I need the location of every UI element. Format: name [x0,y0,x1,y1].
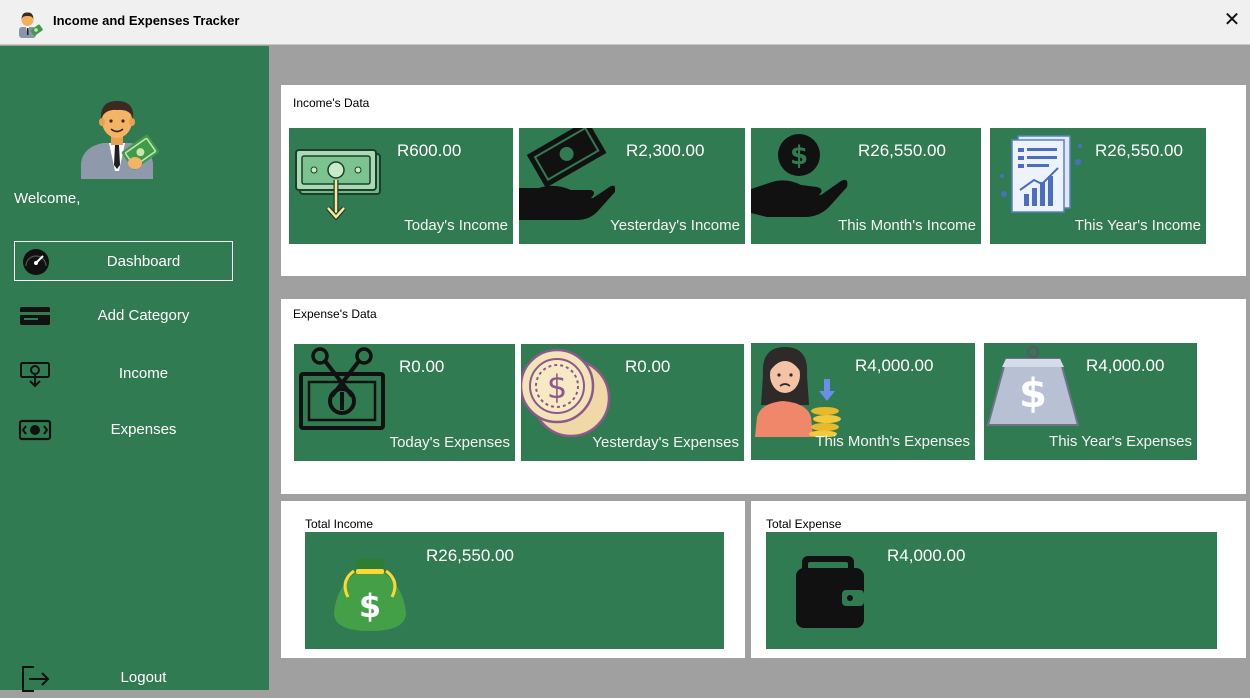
expense-card-yesterday: $ R0.00 Yesterday's Expenses [521,344,744,461]
card-icon [20,307,50,325]
sad-woman-coins-icon [755,347,841,437]
income-month-amount: R26,550.00 [858,141,946,160]
expense-card-month: R4,000.00 This Month's Expenses [751,343,975,460]
expenses-panel-title: Expense's Data [293,307,377,321]
money-in-icon [20,362,50,388]
total-income-amount: R26,550.00 [426,546,514,565]
expense-year-label: This Year's Expenses [1049,433,1192,450]
expense-card-year: $ R4,000.00 This Year's Expenses [984,343,1197,460]
svg-text:$: $ [1019,371,1047,417]
income-card-today: R600.00 Today's Income [289,128,513,244]
total-expense-title: Total Expense [766,517,842,531]
report-chart-icon [1000,135,1082,213]
banknote-down-icon [295,149,381,220]
nav-logout[interactable]: Logout [14,658,233,698]
total-expense-panel: Total Expense R4,000.00 [751,501,1246,658]
speedometer-icon [23,249,49,275]
svg-text:$: $ [790,141,808,171]
income-yesterday-amount: R2,300.00 [626,141,705,160]
income-yesterday-label: Yesterday's Income [610,217,740,234]
expense-month-amount: R4,000.00 [855,356,934,375]
nav-dashboard[interactable]: Dashboard [14,241,233,281]
cut-money-icon [299,347,385,430]
svg-text:$: $ [359,587,381,625]
expense-card-today: R0.00 Today's Expenses [294,344,515,461]
nav-logout-label: Logout [120,669,167,686]
nav-expenses[interactable]: Expenses [14,410,233,450]
income-today-amount: R600.00 [397,141,462,160]
income-card-month: $ R26,550.00 This Month's Income [751,128,981,244]
expense-year-amount: R4,000.00 [1086,356,1165,375]
money-out-icon [18,419,52,441]
total-income-panel: Total Income $ R26,550.00 [281,501,745,658]
expense-yesterday-amount: R0.00 [625,357,671,376]
wallet-icon [796,556,864,628]
title-bar: Income and Expenses Tracker ✕ [0,0,1250,45]
sidebar: Welcome, Dashboard Add Category Income E… [0,46,269,692]
total-income-title: Total Income [305,517,374,531]
nav-income-label: Income [118,365,169,382]
nav-add-category-label: Add Category [97,307,190,324]
window-title: Income and Expenses Tracker [53,13,240,28]
income-panel-title: Income's Data [293,96,370,110]
income-card-yesterday: R2,300.00 Yesterday's Income [519,128,745,244]
logout-icon [22,666,50,692]
welcome-text: Welcome, [14,190,81,207]
income-card-year: R26,550.00 This Year's Income [990,128,1206,244]
expenses-panel: Expense's Data R0.00 Today's Expenses $ … [281,299,1246,494]
nav-add-category[interactable]: Add Category [14,296,233,336]
nav-income[interactable]: Income [14,354,233,394]
income-today-label: Today's Income [404,217,508,234]
total-expense-card: R4,000.00 [766,532,1217,649]
dollar-weight-icon: $ [986,345,1080,426]
nav-expenses-label: Expenses [110,421,177,438]
income-year-amount: R26,550.00 [1095,141,1183,160]
expense-yesterday-label: Yesterday's Expenses [592,434,739,451]
income-month-label: This Month's Income [838,217,976,234]
expense-today-amount: R0.00 [399,357,445,376]
coins-icon: $ [521,348,611,438]
income-year-label: This Year's Income [1074,217,1201,234]
income-panel: Income's Data R600.00 Today's Income R2,… [281,85,1246,276]
total-income-card: $ R26,550.00 [305,532,724,649]
money-bag-icon: $ [334,559,406,631]
user-avatar [81,101,160,179]
expense-today-label: Today's Expenses [389,434,510,451]
app-logo-icon [19,12,43,38]
nav-dashboard-label: Dashboard [106,253,181,270]
close-button[interactable]: ✕ [1223,9,1241,31]
hand-money-icon [519,128,615,220]
svg-text:$: $ [547,368,567,406]
total-expense-amount: R4,000.00 [887,546,966,565]
expense-month-label: This Month's Expenses [815,433,970,450]
hand-coin-icon: $ [751,134,848,217]
